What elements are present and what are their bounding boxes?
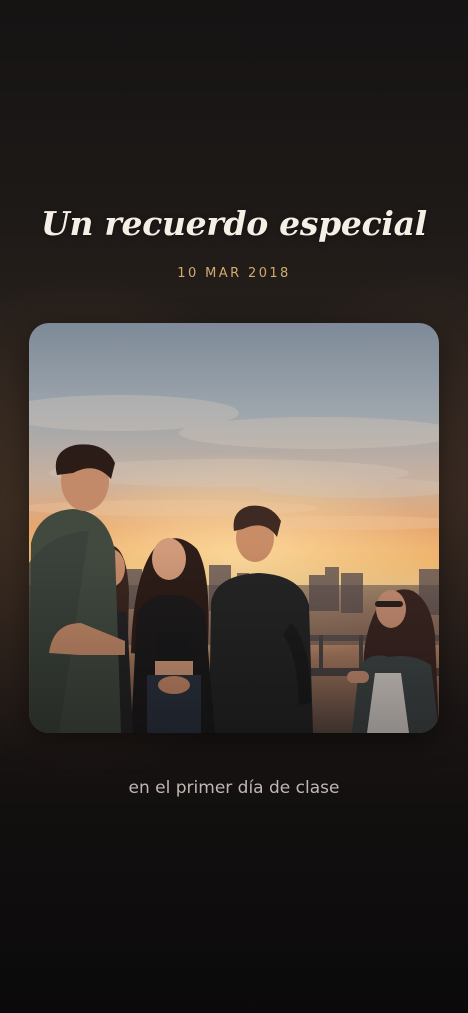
memory-caption: en el primer día de clase <box>128 778 340 798</box>
friends-sunset-photo <box>29 323 439 733</box>
memory-date: 10 MAR 2018 <box>177 266 291 281</box>
memory-title: Un recuerdo especial <box>41 204 427 243</box>
memory-photo[interactable] <box>29 323 439 733</box>
memory-screen: Un recuerdo especial 10 MAR 2018 en el p… <box>0 0 468 1013</box>
